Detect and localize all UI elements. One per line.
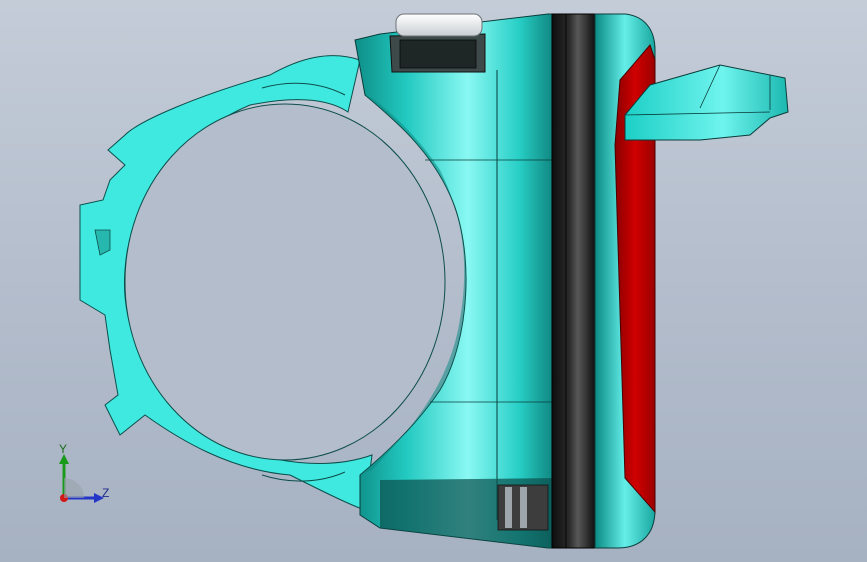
power-button[interactable]	[389, 13, 486, 73]
y-axis-label: Y	[59, 442, 68, 456]
bike-light-model[interactable]	[0, 0, 867, 562]
clamp-opening	[124, 103, 446, 461]
cad-viewport[interactable]: Y Z	[0, 0, 867, 562]
clamp-strap	[79, 55, 446, 511]
z-axis-label: Z	[102, 486, 110, 500]
black-band	[551, 13, 596, 549]
